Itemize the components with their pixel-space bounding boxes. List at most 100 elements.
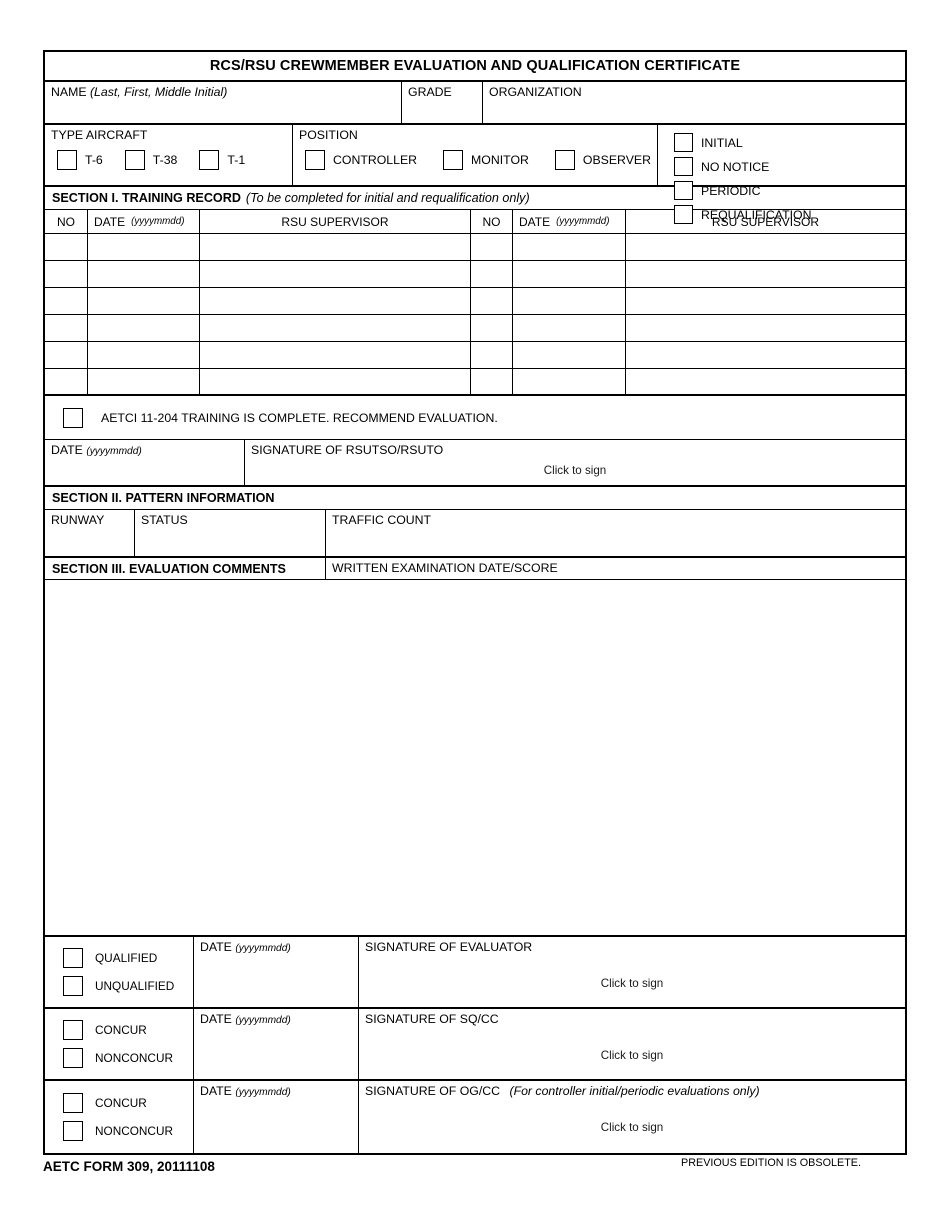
click-to-sign[interactable]: Click to sign — [359, 1049, 905, 1062]
cell-no-2[interactable] — [470, 261, 512, 287]
cell-no-2[interactable] — [470, 234, 512, 260]
written-exam-label: WRITTEN EXAMINATION DATE/SCORE — [332, 561, 558, 575]
position-option-monitor[interactable]: MONITOR — [443, 150, 529, 171]
checkbox-icon[interactable] — [554, 150, 575, 171]
eval-type-no-notice[interactable]: NO NOTICE — [674, 157, 814, 176]
name-field[interactable]: NAME (Last, First, Middle Initial) — [45, 82, 401, 123]
cell-no[interactable] — [45, 288, 87, 314]
table-row — [45, 342, 905, 369]
checkbox-icon[interactable] — [124, 150, 145, 171]
cell-supervisor-2[interactable] — [625, 315, 905, 341]
concur-option[interactable]: CONCUR — [63, 1020, 193, 1040]
rsutso-date-field[interactable]: DATE (yyyymmdd) — [45, 440, 244, 485]
eval-type-initial[interactable]: INITIAL — [674, 133, 779, 152]
click-to-sign[interactable]: Click to sign — [245, 464, 905, 477]
cell-supervisor[interactable] — [199, 288, 470, 314]
rsutso-signature-field[interactable]: SIGNATURE OF RSUTSO/RSUTO Click to sign — [244, 440, 905, 485]
eval-type-label: NO NOTICE — [701, 159, 770, 174]
grade-field[interactable]: GRADE — [401, 82, 482, 123]
cell-supervisor[interactable] — [199, 234, 470, 260]
evaluation-comments-area[interactable] — [45, 580, 905, 937]
ogcc-date-field[interactable]: DATE (yyyymmdd) — [193, 1081, 358, 1153]
rsutso-signature-row: DATE (yyyymmdd) SIGNATURE OF RSUTSO/RSUT… — [45, 440, 905, 487]
sqcc-date-field[interactable]: DATE (yyyymmdd) — [193, 1009, 358, 1079]
checkbox-icon[interactable] — [63, 1093, 83, 1113]
cell-supervisor-2[interactable] — [625, 369, 905, 394]
cell-date-2[interactable] — [512, 342, 625, 368]
checkbox-icon[interactable] — [63, 407, 83, 428]
cell-date[interactable] — [87, 369, 199, 394]
checkbox-icon[interactable] — [63, 976, 83, 996]
recommend-evaluation-row[interactable]: AETCI 11-204 TRAINING IS COMPLETE. RECOM… — [45, 396, 905, 440]
cell-no-2[interactable] — [470, 342, 512, 368]
cell-no-2[interactable] — [470, 315, 512, 341]
concur-label: CONCUR — [95, 1096, 147, 1110]
cell-no-2[interactable] — [470, 288, 512, 314]
eval-type-periodic[interactable]: PERIODIC — [674, 181, 779, 200]
position-label: POSITION — [299, 128, 358, 142]
click-to-sign[interactable]: Click to sign — [359, 1121, 905, 1134]
cell-no[interactable] — [45, 261, 87, 287]
cell-date[interactable] — [87, 315, 199, 341]
checkbox-icon[interactable] — [63, 1121, 83, 1141]
checkbox-icon[interactable] — [305, 150, 325, 171]
cell-no-2[interactable] — [470, 369, 512, 394]
cell-date-2[interactable] — [512, 261, 625, 287]
cell-date-2[interactable] — [512, 369, 625, 394]
cell-date-2[interactable] — [512, 315, 625, 341]
cell-no[interactable] — [45, 234, 87, 260]
eval-type-label: INITIAL — [701, 135, 743, 150]
checkbox-icon[interactable] — [443, 150, 464, 171]
checkbox-icon[interactable] — [63, 1020, 83, 1040]
cell-supervisor[interactable] — [199, 369, 470, 394]
checkbox-icon[interactable] — [63, 948, 83, 968]
cell-date[interactable] — [87, 234, 199, 260]
position-option-controller[interactable]: CONTROLLER — [305, 150, 417, 171]
click-to-sign[interactable]: Click to sign — [359, 977, 905, 990]
qualified-option[interactable]: QUALIFIED — [63, 948, 193, 968]
status-field[interactable]: STATUS — [134, 510, 325, 556]
cell-supervisor[interactable] — [199, 261, 470, 287]
runway-field[interactable]: RUNWAY — [45, 510, 134, 556]
written-exam-field[interactable]: WRITTEN EXAMINATION DATE/SCORE — [325, 558, 905, 579]
nonconcur-label: NONCONCUR — [95, 1051, 173, 1065]
cell-supervisor[interactable] — [199, 342, 470, 368]
unqualified-option[interactable]: UNQUALIFIED — [63, 976, 193, 996]
checkbox-icon[interactable] — [674, 181, 693, 200]
cell-date[interactable] — [87, 288, 199, 314]
checkbox-icon[interactable] — [674, 133, 693, 152]
cell-supervisor-2[interactable] — [625, 342, 905, 368]
cell-date-2[interactable] — [512, 234, 625, 260]
nonconcur-option[interactable]: NONCONCUR — [63, 1048, 193, 1068]
cell-no[interactable] — [45, 342, 87, 368]
cell-date[interactable] — [87, 342, 199, 368]
checkbox-icon[interactable] — [199, 150, 220, 171]
traffic-count-field[interactable]: TRAFFIC COUNT — [325, 510, 905, 556]
cell-supervisor-2[interactable] — [625, 234, 905, 260]
concur-option[interactable]: CONCUR — [63, 1093, 193, 1113]
organization-field[interactable]: ORGANIZATION — [482, 82, 905, 123]
aircraft-option-label: T-1 — [227, 153, 246, 168]
aircraft-option-t6[interactable]: T-6 — [57, 150, 103, 171]
evaluator-signature-field[interactable]: SIGNATURE OF EVALUATOR Click to sign — [358, 937, 905, 1007]
signature-label: SIGNATURE OF RSUTSO/RSUTO — [251, 443, 444, 457]
date-hint: (yyyymmdd) — [235, 1087, 291, 1098]
cell-supervisor[interactable] — [199, 315, 470, 341]
cell-supervisor-2[interactable] — [625, 288, 905, 314]
aircraft-option-t38[interactable]: T-38 — [124, 150, 177, 171]
nonconcur-option[interactable]: NONCONCUR — [63, 1121, 193, 1141]
ogcc-signature-field[interactable]: SIGNATURE OF OG/CC (For controller initi… — [358, 1081, 905, 1153]
position-option-observer[interactable]: OBSERVER — [554, 150, 651, 171]
cell-date[interactable] — [87, 261, 199, 287]
checkbox-icon[interactable] — [63, 1048, 83, 1068]
cell-no[interactable] — [45, 369, 87, 394]
cell-date-2[interactable] — [512, 288, 625, 314]
evaluator-date-field[interactable]: DATE (yyyymmdd) — [193, 937, 358, 1007]
sqcc-signature-field[interactable]: SIGNATURE OF SQ/CC Click to sign — [358, 1009, 905, 1079]
checkbox-icon[interactable] — [674, 157, 693, 176]
cell-no[interactable] — [45, 315, 87, 341]
checkbox-icon[interactable] — [57, 150, 77, 171]
aircraft-option-t1[interactable]: T-1 — [199, 150, 246, 171]
pattern-information-row: RUNWAY STATUS TRAFFIC COUNT — [45, 510, 905, 558]
cell-supervisor-2[interactable] — [625, 261, 905, 287]
